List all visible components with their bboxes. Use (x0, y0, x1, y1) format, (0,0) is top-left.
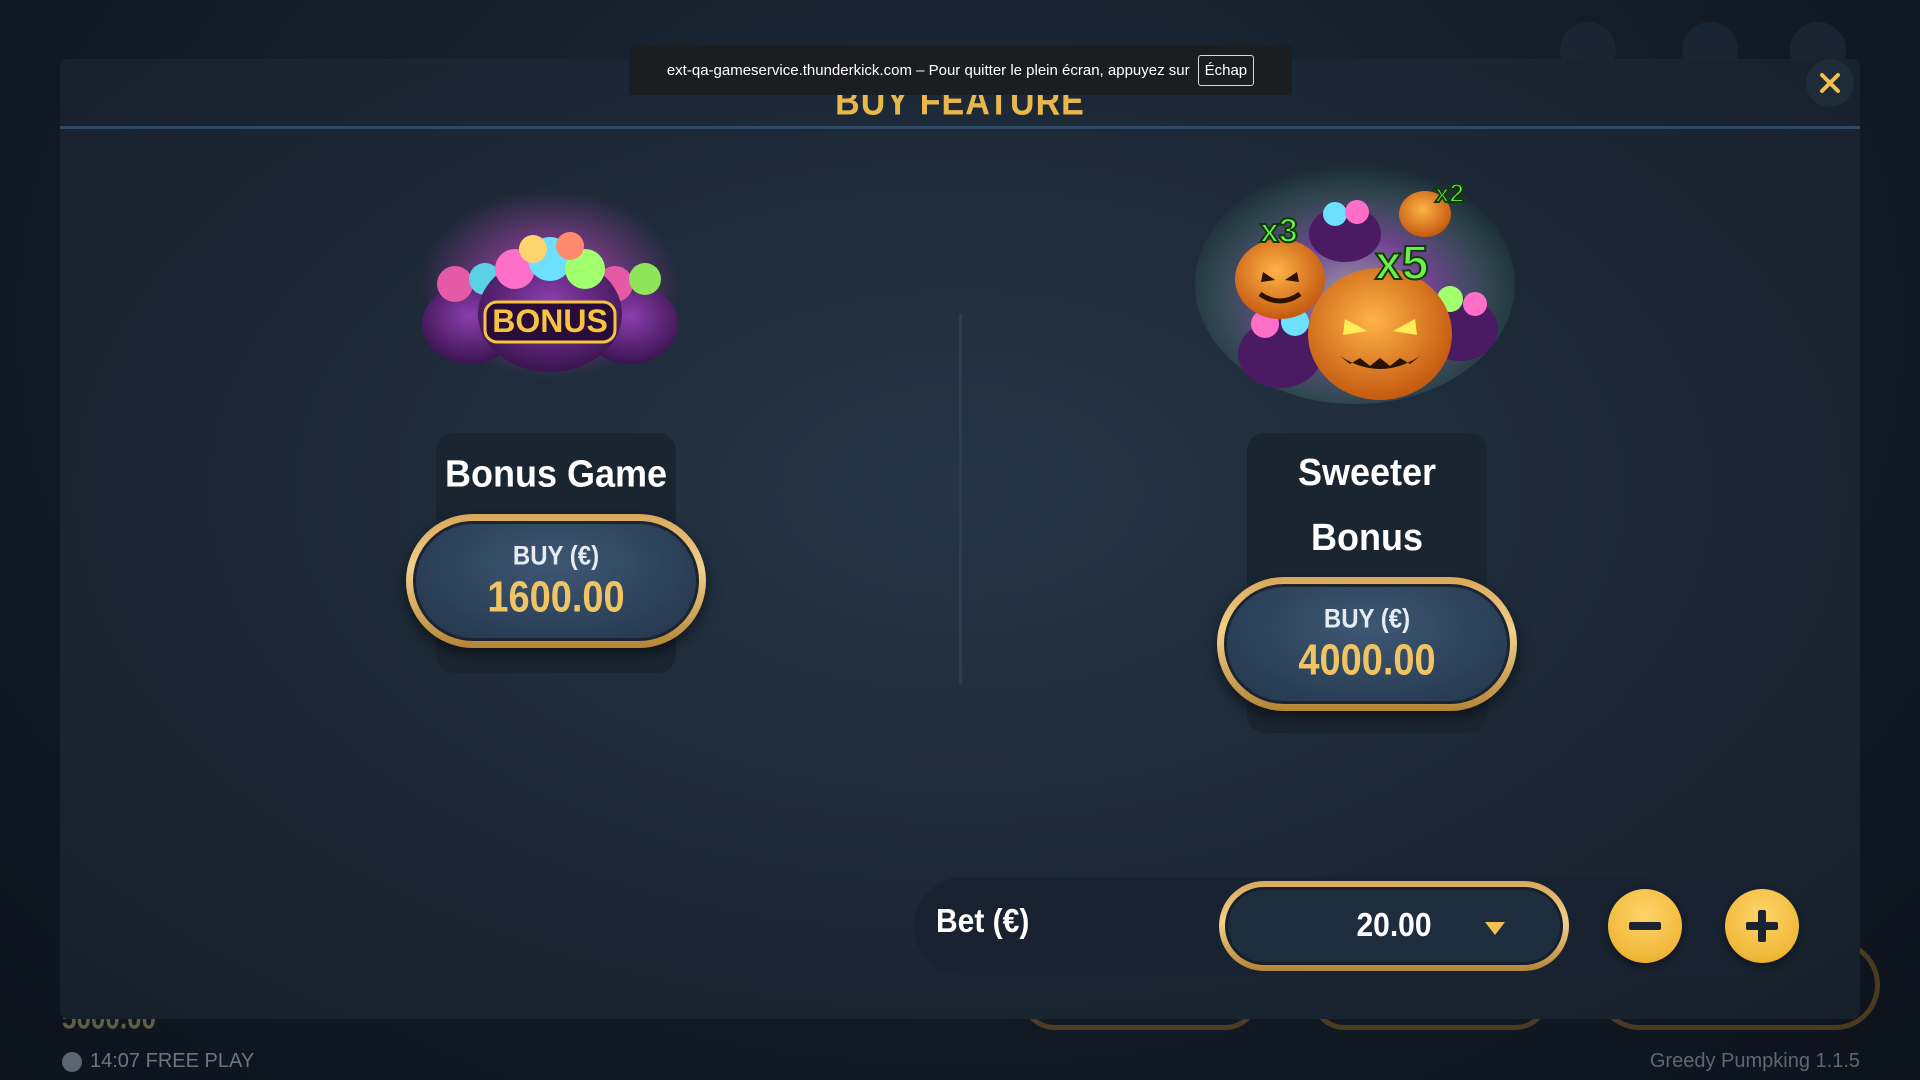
bet-value: 20.00 (1356, 907, 1432, 944)
plus-icon (1746, 910, 1778, 942)
buy-sweeter-bonus-game-button[interactable]: BUY (€) 4000.00 (1217, 577, 1517, 711)
buy-feature-modal: BUY FEATURE BONUS Bonus Game BUY (€) 160… (60, 59, 1860, 1019)
buy-label: BUY (€) (1323, 604, 1411, 634)
bonus-art-text: BONUS (492, 303, 608, 339)
feature-name-line-1: Sweeter Bonus (1297, 450, 1437, 559)
close-button[interactable] (1806, 59, 1854, 107)
bet-label: Bet (€) (936, 903, 1030, 940)
buy-price: 4000.00 (1298, 636, 1436, 685)
feature-divider (959, 314, 962, 684)
minus-icon (1629, 922, 1661, 930)
buy-bonus-game-button[interactable]: BUY (€) 1600.00 (406, 514, 706, 648)
escape-key-hint: Échap (1197, 54, 1255, 86)
close-icon (1820, 73, 1840, 93)
bet-bar: Bet (€) 20.00 (914, 877, 1799, 975)
decrease-bet-button[interactable] (1608, 889, 1682, 963)
sweeter-bonus-art: x3 x2 x5 (1195, 144, 1515, 409)
clock-icon (62, 1051, 82, 1072)
multiplier-x5: x5 (1375, 237, 1428, 290)
feature-name: Bonus Game (444, 451, 668, 495)
buy-price: 1600.00 (487, 573, 625, 622)
bonus-cauldron-art: BONUS (415, 174, 685, 379)
multiplier-x2: x2 (1435, 178, 1464, 208)
buy-label: BUY (€) (512, 541, 600, 571)
background-status: 14:07 FREE PLAY (62, 1050, 254, 1073)
fullscreen-notice: ext-qa-gameservice.thunderkick.com – Pou… (629, 45, 1292, 95)
caret-down-icon (1485, 922, 1505, 935)
game-version: Greedy Pumpking 1.1.5 (1649, 1050, 1860, 1072)
status-text: 14:07 FREE PLAY (90, 1050, 255, 1072)
increase-bet-button[interactable] (1725, 889, 1799, 963)
multiplier-x3: x3 (1260, 212, 1298, 250)
fullscreen-notice-text: ext-qa-gameservice.thunderkick.com – Pou… (666, 61, 1190, 79)
bet-select[interactable]: 20.00 (1219, 881, 1569, 971)
